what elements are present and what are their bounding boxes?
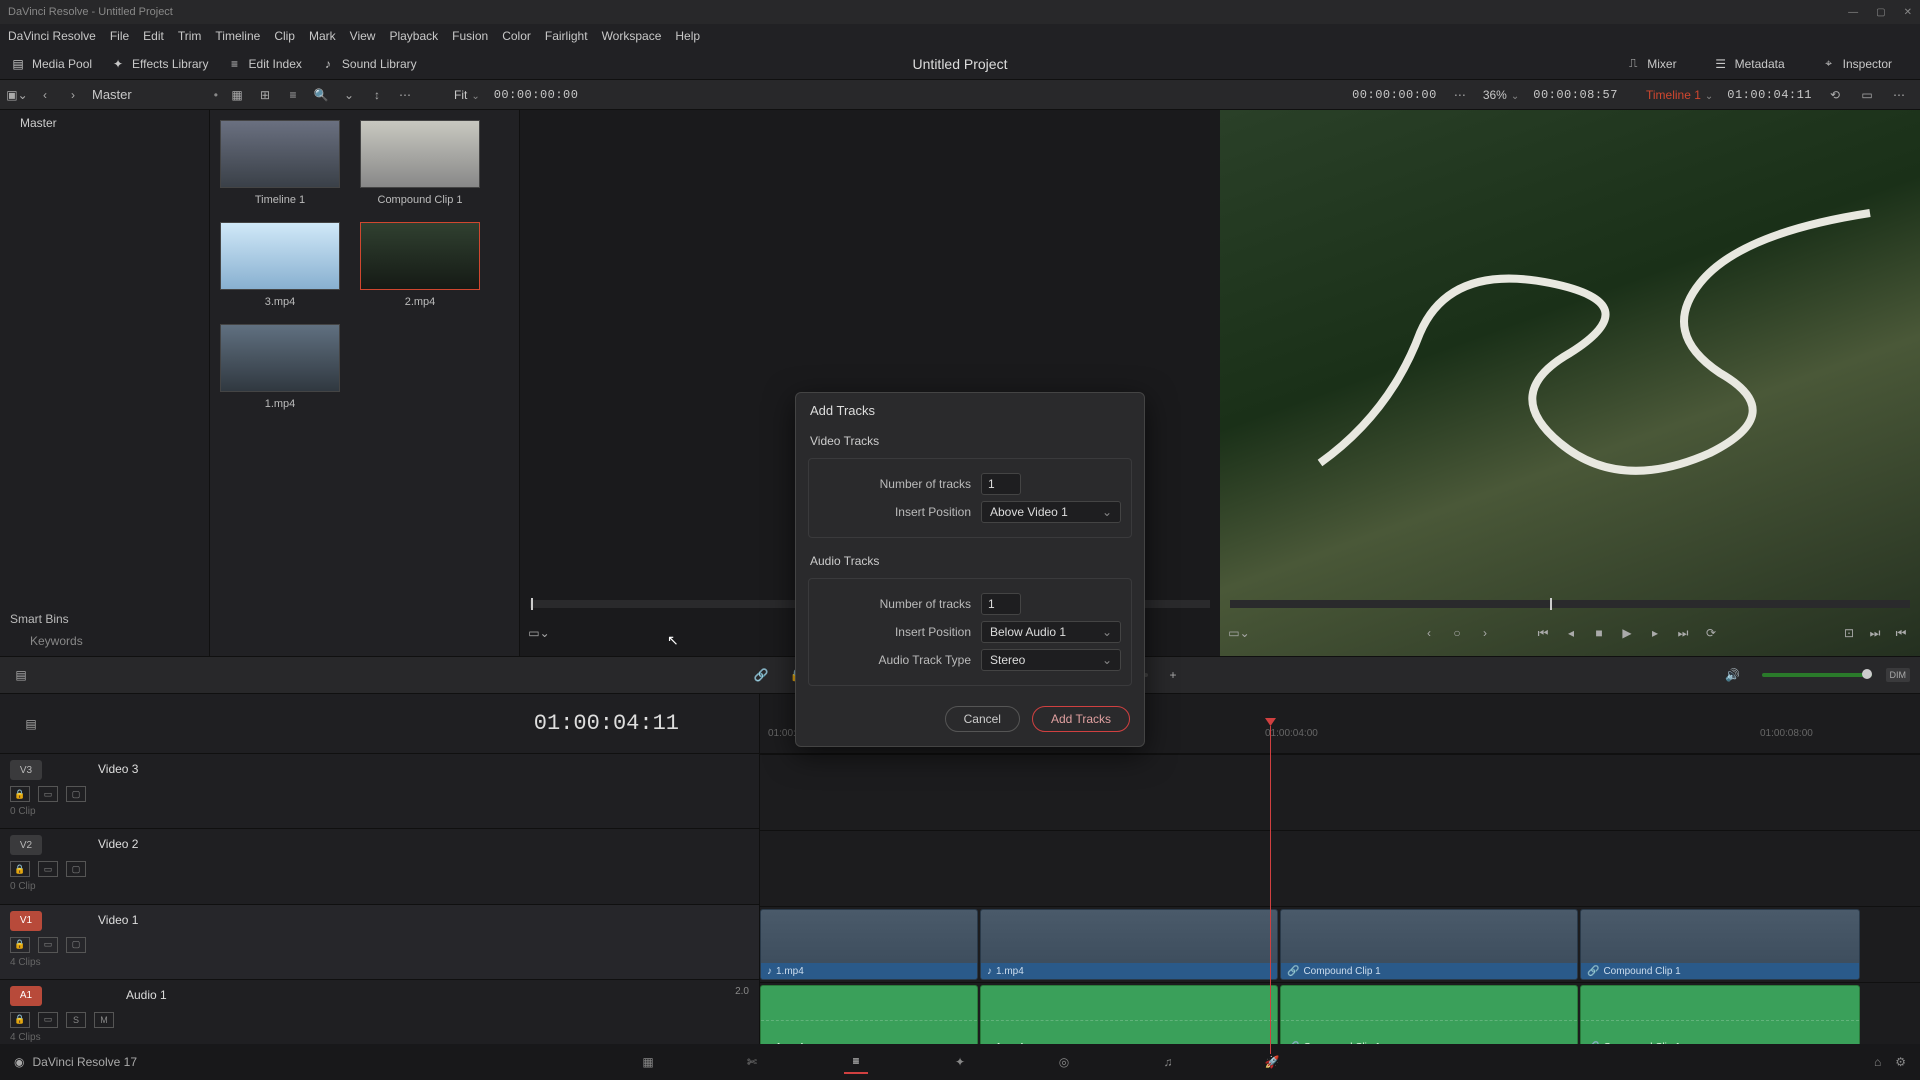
- track-type-label: Audio Track Type: [819, 653, 971, 667]
- video-pos-select[interactable]: Above Video 1: [981, 501, 1121, 523]
- dialog-title: Add Tracks: [796, 393, 1144, 428]
- num-tracks-label: Number of tracks: [819, 597, 971, 611]
- insert-pos-label: Insert Position: [819, 505, 971, 519]
- audio-type-select[interactable]: Stereo: [981, 649, 1121, 671]
- audio-tracks-label: Audio Tracks: [796, 548, 1144, 574]
- insert-pos-label: Insert Position: [819, 625, 971, 639]
- cancel-button[interactable]: Cancel: [945, 706, 1020, 732]
- audio-pos-select[interactable]: Below Audio 1: [981, 621, 1121, 643]
- dialog-overlay: Add Tracks Video Tracks Number of tracks…: [0, 0, 1920, 1080]
- video-tracks-label: Video Tracks: [796, 428, 1144, 454]
- add-tracks-dialog: Add Tracks Video Tracks Number of tracks…: [795, 392, 1145, 747]
- video-num-input[interactable]: [981, 473, 1021, 495]
- num-tracks-label: Number of tracks: [819, 477, 971, 491]
- add-tracks-button[interactable]: Add Tracks: [1032, 706, 1130, 732]
- audio-num-input[interactable]: [981, 593, 1021, 615]
